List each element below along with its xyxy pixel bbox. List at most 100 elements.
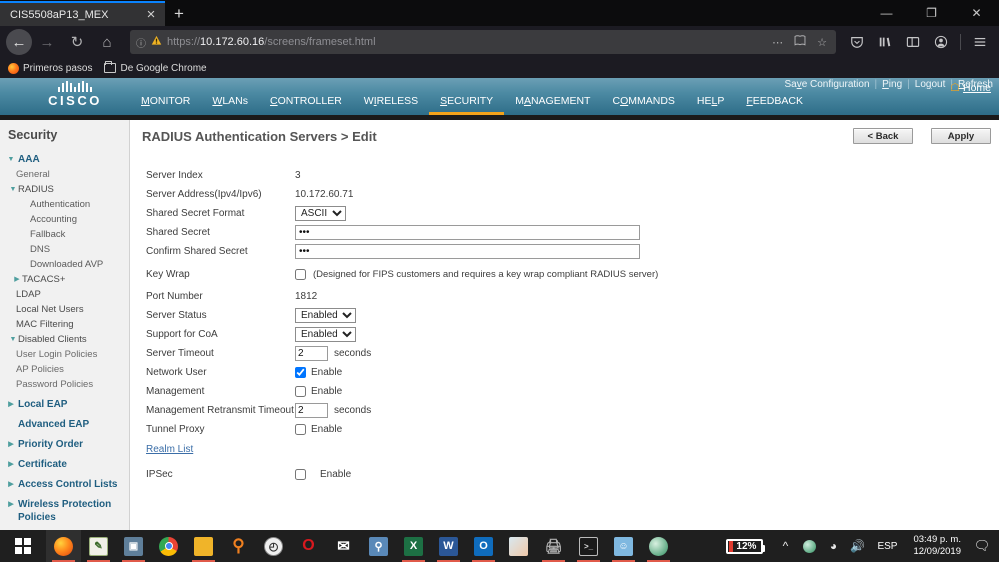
realm-list-link[interactable]: Realm List xyxy=(140,444,193,455)
taskbar-app-contacts[interactable]: ☺ xyxy=(606,530,641,562)
menu-controller[interactable]: CONTROLLER xyxy=(259,92,353,112)
taskbar-app-word[interactable]: W xyxy=(431,530,466,562)
support-for-coa-select[interactable]: Enabled xyxy=(295,326,356,342)
cisco-logo[interactable]: CISCO xyxy=(40,81,110,108)
sidebar-item-password-policies[interactable]: Password Policies xyxy=(0,377,129,392)
sidebar-item-local-eap[interactable]: ▶ Local EAP xyxy=(0,397,129,412)
menu-wireless[interactable]: WIRELESS xyxy=(353,92,429,112)
sidebar-item-local-net-users[interactable]: Local Net Users xyxy=(0,302,129,317)
menu-commands[interactable]: COMMANDS xyxy=(601,92,685,112)
volume-icon[interactable]: 🔊 xyxy=(845,530,869,562)
maximize-icon[interactable]: ❐ xyxy=(909,0,954,26)
sidebar-item-downloaded-avp[interactable]: Downloaded AVP xyxy=(0,257,129,272)
menu-management[interactable]: MANAGEMENT xyxy=(504,92,601,112)
taskbar-app-globe[interactable] xyxy=(641,530,676,562)
shared-secret-input[interactable] xyxy=(295,224,640,240)
taskbar-app-viewer[interactable]: ◴ xyxy=(256,530,291,562)
sidebar-item-disabled-clients[interactable]: ▼ Disabled Clients xyxy=(0,332,129,347)
taskbar-app-chrome[interactable] xyxy=(151,530,186,562)
wifi-icon[interactable]: ◕ xyxy=(821,530,845,562)
language-indicator[interactable]: ESP xyxy=(869,541,905,552)
taskbar-app-outlook[interactable]: O xyxy=(466,530,501,562)
sidebar-item-dns[interactable]: DNS xyxy=(0,242,129,257)
server-timeout-input[interactable] xyxy=(295,345,328,361)
account-icon[interactable] xyxy=(928,29,954,55)
sidebar-item-user-login-policies[interactable]: User Login Policies xyxy=(0,347,129,362)
address-bar[interactable]: ⓘ https://10.172.60.16/screens/frameset.… xyxy=(130,30,836,54)
home-icon[interactable]: ⌂ xyxy=(92,28,122,56)
ping-link[interactable]: Ping xyxy=(882,79,902,90)
taskbar-app-excel[interactable]: X xyxy=(396,530,431,562)
sidebar-item-radius[interactable]: ▼ RADIUS xyxy=(0,182,129,197)
back-icon[interactable]: ← xyxy=(6,29,32,55)
taskbar-app-mail[interactable]: ✉ xyxy=(326,530,361,562)
bookmark-star-icon[interactable]: ☆ xyxy=(814,36,830,49)
management-retransmit-timeout-input[interactable] xyxy=(295,402,328,418)
taskbar-app-notepad[interactable]: ✎ xyxy=(81,530,116,562)
taskbar-app-explorer[interactable] xyxy=(186,530,221,562)
bookmark-primeros-pasos[interactable]: Primeros pasos xyxy=(8,62,92,74)
sidebar-item-authentication[interactable]: Authentication xyxy=(0,197,129,212)
shared-secret-format-select[interactable]: ASCII xyxy=(295,205,346,221)
pocket-icon[interactable] xyxy=(844,29,870,55)
start-button[interactable] xyxy=(0,530,46,562)
library-icon[interactable] xyxy=(872,29,898,55)
tunnel-proxy-checkbox[interactable] xyxy=(295,423,306,435)
taskbar-app-console[interactable]: >_ xyxy=(571,530,606,562)
sidebar-item-aaa[interactable]: ▼ AAA xyxy=(0,152,129,167)
back-button[interactable]: < Back xyxy=(853,128,913,144)
reader-mode-icon[interactable] xyxy=(791,34,809,50)
home-link[interactable]: ☖ Home xyxy=(950,81,991,95)
menu-monitor[interactable]: MONITOR xyxy=(130,92,201,112)
warning-lock-icon[interactable] xyxy=(151,35,162,49)
info-icon[interactable]: ⓘ xyxy=(136,35,146,50)
reload-icon[interactable]: ↻ xyxy=(62,28,92,56)
sidebar-item-access-control-lists[interactable]: ▶ Access Control Lists xyxy=(0,477,129,492)
minimize-icon[interactable]: — xyxy=(864,0,909,26)
logout-link[interactable]: Logout xyxy=(915,79,946,90)
taskbar-app-remote[interactable]: ⚲ xyxy=(361,530,396,562)
sidebar-item-wireless-protection-policies[interactable]: ▶ Wireless Protection Policies xyxy=(0,497,129,525)
taskbar-app-photo[interactable] xyxy=(501,530,536,562)
taskbar-app-firefox[interactable] xyxy=(46,530,81,562)
apply-button[interactable]: Apply xyxy=(931,128,991,144)
browser-tab[interactable]: CIS5508aP13_MEX × xyxy=(0,1,165,26)
key-wrap-checkbox[interactable] xyxy=(295,268,306,280)
management-checkbox[interactable] xyxy=(295,385,306,397)
sidebar-item-fallback[interactable]: Fallback xyxy=(0,227,129,242)
taskbar-app-search[interactable]: ⚲ xyxy=(221,530,256,562)
sidebar-item-priority-order[interactable]: ▶ Priority Order xyxy=(0,437,129,452)
sidebar-item-ldap[interactable]: LDAP xyxy=(0,287,129,302)
sidebar-item-general[interactable]: General xyxy=(0,167,129,182)
notification-center-icon[interactable]: 🗨 xyxy=(969,530,995,562)
confirm-shared-secret-input[interactable] xyxy=(295,243,640,259)
sidebar-icon[interactable] xyxy=(900,29,926,55)
sidebar-item-certificate[interactable]: ▶ Certificate xyxy=(0,457,129,472)
clock[interactable]: 03:49 p. m. 12/09/2019 xyxy=(905,534,969,558)
sidebar-item-accounting[interactable]: Accounting xyxy=(0,212,129,227)
menu-help[interactable]: HELP xyxy=(686,92,735,112)
new-tab-button[interactable]: + xyxy=(165,1,193,26)
taskbar-app-printer[interactable]: 🖨 xyxy=(536,530,571,562)
sidebar-item-tacacs[interactable]: ▶ TACACS+ xyxy=(0,272,129,287)
taskbar-app-capture[interactable]: ▣ xyxy=(116,530,151,562)
menu-feedback[interactable]: FEEDBACK xyxy=(735,92,814,112)
battery-indicator[interactable]: 12% xyxy=(726,538,766,554)
bookmark-de-google-chrome[interactable]: De Google Chrome xyxy=(104,61,207,74)
chevron-up-icon[interactable]: ^ xyxy=(773,530,797,562)
network-globe-icon[interactable] xyxy=(797,530,821,562)
save-configuration-link[interactable]: Save Configuration xyxy=(784,79,869,90)
ipsec-checkbox[interactable] xyxy=(295,468,306,480)
close-icon[interactable]: × xyxy=(143,7,159,22)
sidebar-item-advanced-eap[interactable]: Advanced EAP xyxy=(0,417,129,432)
menu-security[interactable]: SECURITY xyxy=(429,92,505,115)
forward-icon[interactable]: → xyxy=(32,28,62,56)
page-actions-icon[interactable]: ⋯ xyxy=(769,36,786,49)
taskbar-app-opera[interactable]: O xyxy=(291,530,326,562)
sidebar-item-ap-policies[interactable]: AP Policies xyxy=(0,362,129,377)
server-status-select[interactable]: Enabled xyxy=(295,307,356,323)
sidebar-item-mac-filtering[interactable]: MAC Filtering xyxy=(0,317,129,332)
menu-wlans[interactable]: WLANs xyxy=(201,92,259,112)
window-close-icon[interactable]: ✕ xyxy=(954,0,999,26)
menu-icon[interactable] xyxy=(967,29,993,55)
